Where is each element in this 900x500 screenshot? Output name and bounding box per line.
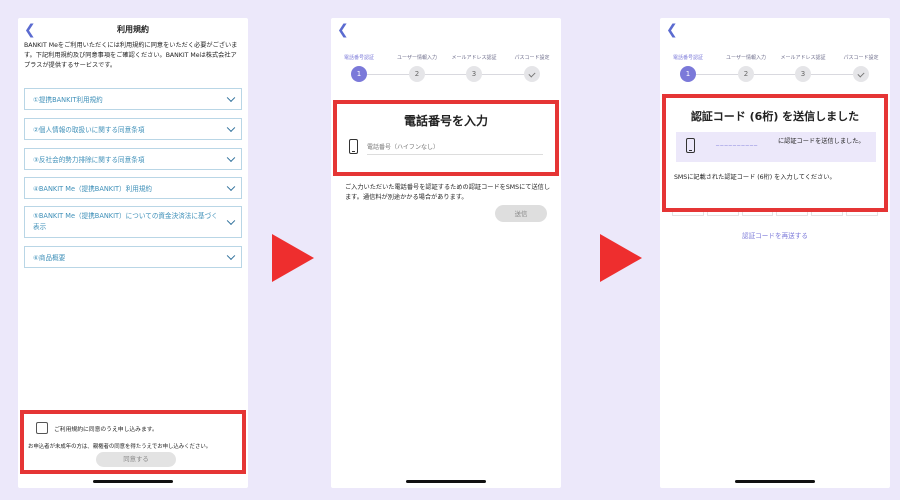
step-label: パスコード設定 [843, 55, 879, 61]
page-title: 利用規約 [117, 25, 149, 34]
flow-arrow-icon [272, 234, 314, 282]
terms-item-label: ④BANKIT Me（提携BANKIT）利用規約 [33, 185, 153, 193]
back-chevron-icon[interactable]: ❮ [337, 22, 353, 38]
code-entry-screen: ❮ 電話番号認証 ユーザー情報入力 メールアドレス認証 パスコード設定 1 2 … [660, 18, 890, 488]
terms-item-6[interactable]: ⑥商品概要 [24, 246, 242, 268]
smartphone-icon [349, 139, 358, 154]
terms-screen: ❮ 利用規約 BANKIT Meをご利用いただくには利用規約に同意をいただく必要… [18, 18, 248, 488]
progress-stepper: 電話番号認証 ユーザー情報入力 メールアドレス認証 パスコード設定 1 2 3 [660, 54, 890, 94]
sms-description: ご入力いただいた電話番号を認証するための認証コードをSMSにて送信します。通信料… [345, 184, 551, 201]
back-chevron-icon[interactable]: ❮ [666, 22, 682, 38]
sent-text: に認証コードを送信しました。 [778, 138, 865, 145]
consent-checkbox[interactable] [36, 422, 48, 434]
terms-item-3[interactable]: ③反社会的勢力排除に関する同意条項 [24, 148, 242, 170]
step-3: 3 [795, 66, 811, 82]
sent-notice: _ _ _ _ _ _ _ _ _ _ に認証コードを送信しました。 [676, 132, 876, 162]
step-connector [367, 73, 409, 75]
terms-item-1[interactable]: ①提携BANKIT利用規約 [24, 88, 242, 110]
step-connector [425, 73, 466, 75]
step-label: 電話番号認証 [343, 55, 374, 61]
home-indicator [735, 480, 815, 483]
send-button[interactable]: 送信 [495, 205, 547, 222]
step-label: 電話番号認証 [672, 55, 703, 61]
step-label: メールアドレス認証 [451, 55, 497, 61]
resend-code-link[interactable]: 認証コードを再送する [660, 230, 890, 240]
page-title: 電話番号を入力 [403, 114, 488, 128]
step-label: ユーザー情報入力 [397, 55, 437, 61]
step-4 [853, 66, 869, 82]
chevron-down-icon [226, 153, 236, 163]
chevron-down-icon [226, 182, 236, 192]
chevron-down-icon [226, 251, 236, 261]
checkmark-icon [857, 70, 865, 78]
terms-item-label: ⑤BANKIT Me（提携BANKIT）についての資金決済法に基づく表示 [33, 212, 218, 231]
step-label: ユーザー情報入力 [726, 55, 766, 61]
step-2: 2 [409, 66, 425, 82]
step-connector [482, 73, 524, 75]
code-sent-section: 認証コード (6桁) を送信しました _ _ _ _ _ _ _ _ _ _ に… [662, 94, 888, 212]
step-label: メールアドレス認証 [780, 55, 826, 61]
chevron-down-icon [226, 123, 236, 133]
phone-number-input[interactable] [367, 140, 543, 155]
progress-stepper: 電話番号認証 ユーザー情報入力 メールアドレス認証 パスコード設定 1 2 3 [331, 54, 561, 94]
home-indicator [406, 480, 486, 483]
step-1: 1 [680, 66, 696, 82]
terms-item-label: ②個人情報の取扱いに関する同意条項 [33, 126, 145, 134]
flow-arrow-icon [600, 234, 642, 282]
step-connector [696, 73, 738, 75]
step-connector [754, 73, 795, 75]
chevron-down-icon [226, 93, 236, 103]
page-title: 認証コード (6桁) を送信しました [690, 110, 860, 123]
step-label: パスコード設定 [514, 55, 550, 61]
chevron-down-icon [226, 216, 236, 226]
terms-item-2[interactable]: ②個人情報の取扱いに関する同意条項 [24, 118, 242, 140]
step-connector [811, 73, 853, 75]
step-4 [524, 66, 540, 82]
home-indicator [93, 480, 173, 483]
consent-section: ご利用規約に同意のうえ申し込みます。 お申込者が未成年の方は、親権者の同意を得た… [20, 410, 246, 474]
agree-button[interactable]: 同意する [96, 452, 176, 467]
consent-label: ご利用規約に同意のうえ申し込みます。 [54, 427, 158, 433]
step-1: 1 [351, 66, 367, 82]
terms-item-4[interactable]: ④BANKIT Me（提携BANKIT）利用規約 [24, 177, 242, 199]
terms-item-label: ①提携BANKIT利用規約 [33, 96, 103, 104]
step-3: 3 [466, 66, 482, 82]
terms-item-5[interactable]: ⑤BANKIT Me（提携BANKIT）についての資金決済法に基づく表示 [24, 206, 242, 238]
checkmark-icon [528, 70, 536, 78]
terms-intro-text: BANKIT Meをご利用いただくには利用規約に同意をいただく必要がございます。… [24, 42, 238, 69]
minor-notice: お申込者が未成年の方は、親権者の同意を得たうえでお申し込みください。 [28, 444, 212, 450]
phone-input-screen: ❮ 電話番号認証 ユーザー情報入力 メールアドレス認証 パスコード設定 1 2 … [331, 18, 561, 488]
step-2: 2 [738, 66, 754, 82]
terms-item-label: ③反社会的勢力排除に関する同意条項 [33, 156, 145, 164]
smartphone-icon [686, 138, 695, 153]
phone-entry-section: 電話番号を入力 [333, 100, 559, 176]
sms-instruction: SMSに記載された認証コード (6桁) を入力してください。 [674, 174, 836, 181]
terms-item-label: ⑥商品概要 [33, 254, 66, 262]
